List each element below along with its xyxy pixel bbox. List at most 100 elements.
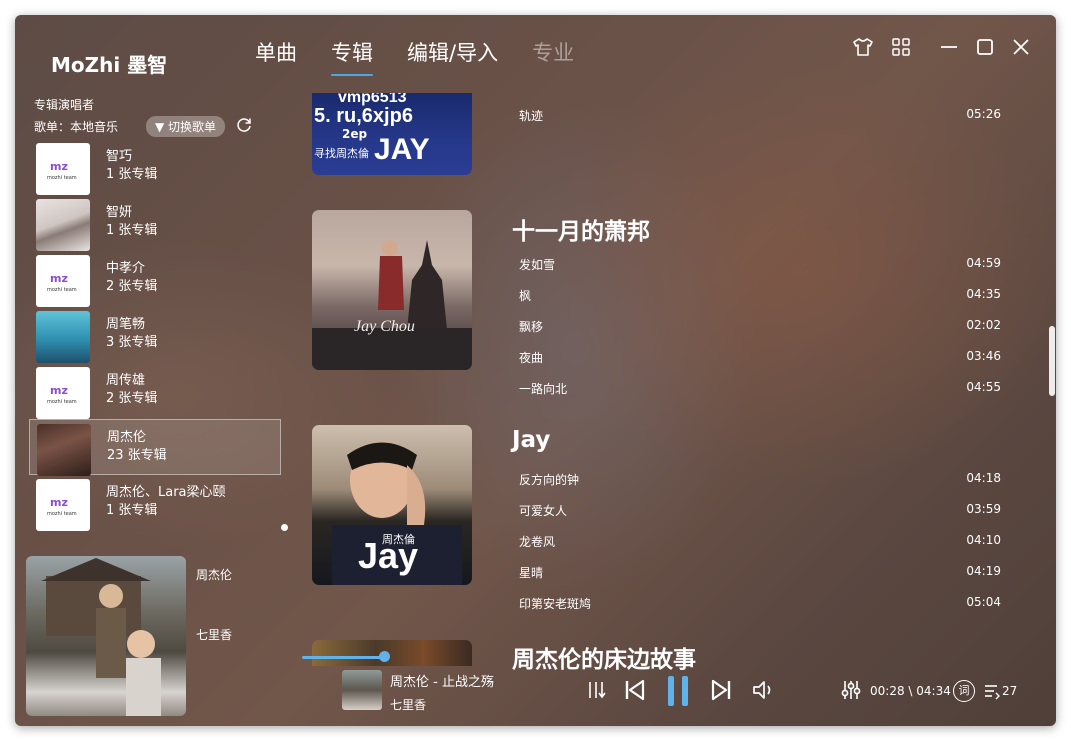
grid-icon[interactable] — [892, 38, 910, 56]
track-duration: 03:59 — [966, 502, 1001, 516]
artist-photo — [37, 424, 91, 476]
close-icon[interactable] — [1012, 38, 1030, 56]
equalizer-icon[interactable] — [840, 679, 862, 705]
track-row[interactable]: 飘移 02:02 — [519, 318, 1001, 338]
playlist-queue-icon[interactable] — [983, 682, 1001, 704]
mozhi-logo-icon: mz — [50, 160, 68, 173]
album-title[interactable]: Jay — [512, 427, 550, 453]
track-row[interactable]: 一路向北 04:55 — [519, 380, 1001, 400]
switch-playlist-button[interactable]: ▼ 切换歌单 — [146, 116, 226, 137]
album-cover-text: Jay Chou — [354, 318, 415, 335]
track-row[interactable]: 印第安老斑鸠 05:04 — [519, 595, 1001, 615]
track-row[interactable]: 反方向的钟 04:18 — [519, 471, 1001, 491]
progress-knob[interactable] — [379, 651, 390, 662]
track-row[interactable]: 龙卷风 04:10 — [519, 533, 1001, 553]
artist-name: 智妍 — [106, 205, 133, 220]
artist-album-count: 2 张专辑 — [106, 279, 158, 294]
artist-album-count: 1 张专辑 — [106, 167, 158, 182]
artist-name: 周笔畅 — [106, 317, 146, 332]
now-playing-cover[interactable] — [26, 556, 186, 716]
mozhi-logo-icon: mz — [50, 496, 68, 509]
artist-item[interactable]: mz mozhi team 周传雄 2 张专辑 — [29, 363, 281, 419]
track-name: 印第安老斑鸠 — [519, 597, 592, 611]
lyrics-button[interactable]: 词 — [953, 680, 975, 702]
tab-albums[interactable]: 专辑 — [331, 37, 373, 76]
tab-edit-import[interactable]: 编辑/导入 — [407, 37, 498, 75]
artist-text: 智妍 1 张专辑 — [106, 204, 157, 240]
playlist-label: 歌单：本地音乐 — [34, 120, 119, 134]
mozhi-logo-caption: mozhi team — [47, 511, 77, 517]
tab-pro[interactable]: 专业 — [532, 37, 574, 75]
player-song-title: 周杰伦 - 止战之殇 — [390, 675, 494, 690]
artist-item[interactable]: mz mozhi team 周杰伦、Lara梁心颐 1 张专辑 — [29, 475, 281, 531]
player-song-album: 七里香 — [390, 698, 427, 712]
mozhi-logo-icon: mz — [50, 272, 68, 285]
album-scrollbar[interactable] — [1049, 326, 1055, 396]
artist-item[interactable]: mz mozhi team 智巧 1 张专辑 — [29, 139, 281, 195]
mozhi-logo-thumb: mz mozhi team — [36, 367, 90, 419]
queue-count: 27 — [1002, 684, 1018, 698]
next-icon[interactable] — [710, 679, 732, 705]
track-name: 龙卷风 — [519, 535, 556, 549]
mozhi-logo-caption: mozhi team — [47, 287, 77, 293]
album-cover-text: JAY — [374, 133, 430, 166]
refresh-icon[interactable] — [235, 116, 253, 137]
album-cover-text: 寻找周杰倫 — [314, 147, 369, 160]
artist-item[interactable]: mz mozhi team 中孝介 2 张专辑 — [29, 251, 281, 307]
track-name: 枫 — [519, 289, 532, 303]
track-duration: 04:19 — [966, 564, 1001, 578]
player-cover-thumb[interactable] — [342, 670, 382, 710]
artist-name: 智巧 — [106, 149, 133, 164]
previous-icon[interactable] — [624, 679, 646, 705]
mozhi-logo-caption: mozhi team — [47, 399, 77, 405]
shirt-icon[interactable] — [852, 37, 874, 57]
album-cover[interactable]: vmp6513 5. ru,6xjp6 2ep 寻找周杰倫 JAY — [312, 93, 472, 175]
track-row[interactable]: 可爱女人 03:59 — [519, 502, 1001, 522]
mozhi-logo-icon: mz — [50, 384, 68, 397]
maximize-icon[interactable] — [976, 38, 994, 56]
album-cover-text: Jay — [358, 535, 419, 576]
tab-singles[interactable]: 单曲 — [255, 37, 297, 75]
album-title[interactable]: 周杰伦的床边故事 — [512, 640, 696, 674]
artist-list: mz mozhi team 智巧 1 张专辑 智妍 1 张专辑 mz mozhi… — [29, 139, 281, 531]
track-row[interactable]: 发如雪 04:59 — [519, 256, 1001, 276]
track-duration: 04:10 — [966, 533, 1001, 547]
track-duration: 05:04 — [966, 595, 1001, 609]
minimize-icon[interactable] — [940, 38, 958, 56]
now-playing-album: 七里香 — [196, 628, 233, 642]
artist-item-selected[interactable]: 周杰伦 23 张专辑 — [29, 419, 281, 476]
artist-item[interactable]: 周笔畅 3 张专辑 — [29, 307, 281, 363]
track-name: 可爱女人 — [519, 504, 568, 518]
track-duration: 04:35 — [966, 287, 1001, 301]
play-mode-icon[interactable] — [586, 679, 608, 705]
artist-name: 中孝介 — [106, 261, 146, 276]
artist-text: 周传雄 2 张专辑 — [106, 372, 157, 408]
track-row[interactable]: 夜曲 03:46 — [519, 349, 1001, 369]
track-name: 发如雪 — [519, 258, 556, 272]
pause-icon[interactable] — [666, 675, 690, 711]
artist-album-count: 2 张专辑 — [106, 391, 158, 406]
artist-album-count: 3 张专辑 — [106, 335, 158, 350]
track-duration: 02:02 — [966, 318, 1001, 332]
album-cover-text: 5. ru,6xjp6 — [314, 105, 413, 127]
app-window: MoZhi 墨智 单曲 专辑 编辑/导入 专业 专辑演唱者 歌单：本地音乐 ▼ … — [15, 15, 1056, 726]
track-row[interactable]: 轨迹 05:26 — [519, 107, 1001, 127]
artist-item[interactable]: 智妍 1 张专辑 — [29, 195, 281, 251]
artist-name: 周传雄 — [106, 373, 146, 388]
now-playing-artist: 周杰伦 — [196, 568, 233, 582]
window-controls — [852, 37, 1030, 57]
album-cover[interactable]: 周杰倫 Jay — [312, 425, 472, 585]
album-cover[interactable]: Jay Chou — [312, 210, 472, 370]
album-cover[interactable] — [312, 640, 472, 666]
album-title[interactable]: 十一月的萧邦 — [512, 212, 650, 246]
track-row[interactable]: 枫 04:35 — [519, 287, 1001, 307]
track-row[interactable]: 星晴 04:19 — [519, 564, 1001, 584]
playback-time: 00:28 \ 04:34 — [870, 684, 951, 698]
volume-icon[interactable] — [751, 679, 775, 705]
track-name: 夜曲 — [519, 351, 544, 365]
app-brand: MoZhi 墨智 — [51, 53, 168, 77]
playlist-row: 歌单：本地音乐 ▼ 切换歌单 — [34, 116, 253, 137]
progress-bar[interactable] — [302, 656, 385, 659]
track-name: 轨迹 — [519, 109, 544, 123]
track-name: 反方向的钟 — [519, 473, 580, 487]
